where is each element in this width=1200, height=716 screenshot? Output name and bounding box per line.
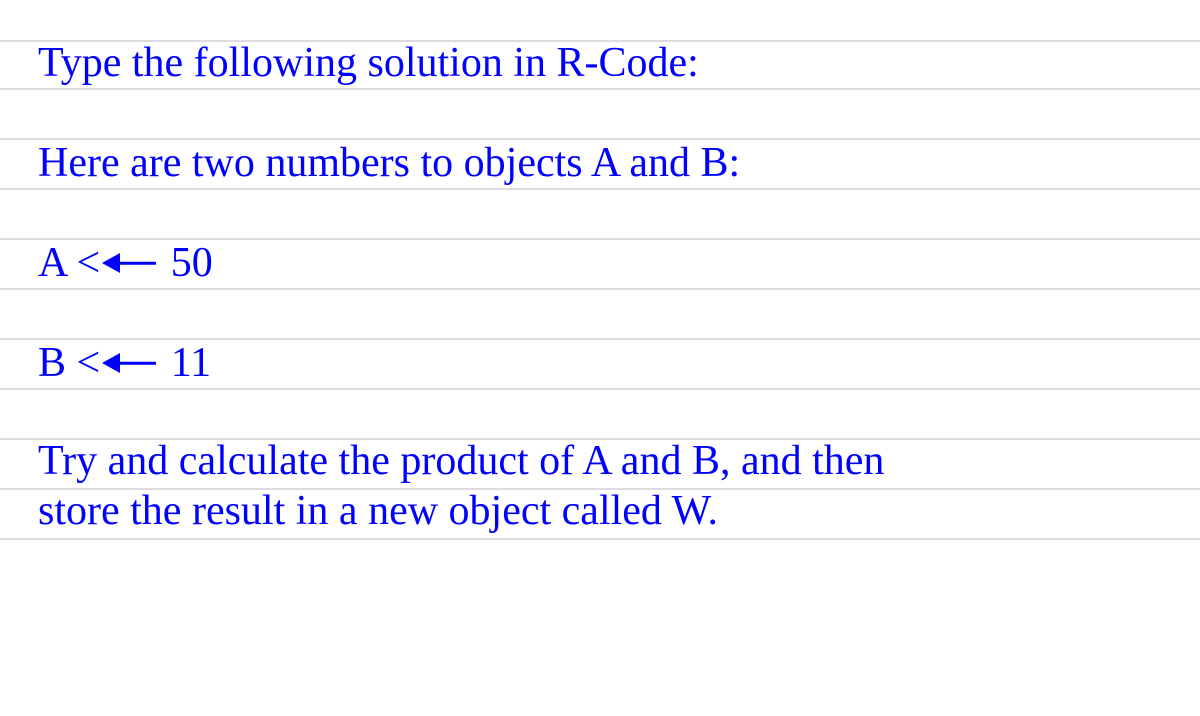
- text-line: Here are two numbers to objects A and B:: [0, 140, 1200, 190]
- left-arrow-icon: [102, 353, 156, 373]
- assign-b: B < 11: [38, 340, 211, 386]
- assign-b-pre: B <: [38, 340, 100, 386]
- ruled-paper: Type the following solution in R-Code: H…: [0, 0, 1200, 716]
- assign-b-post: 11: [160, 340, 211, 386]
- text-line: A < 50: [0, 240, 1200, 290]
- assign-a-pre: A <: [38, 240, 100, 286]
- assign-a: A < 50: [38, 240, 213, 286]
- assign-a-post: 50: [160, 240, 213, 286]
- blank-line: [0, 290, 1200, 340]
- text-line: B < 11: [0, 340, 1200, 390]
- prompt-title: Type the following solution in R-Code:: [38, 40, 699, 86]
- task-line-1: Try and calculate the product of A and B…: [38, 438, 1162, 488]
- blank-line: [0, 390, 1200, 440]
- blank-line: [0, 190, 1200, 240]
- objects-intro: Here are two numbers to objects A and B:: [38, 140, 740, 186]
- left-arrow-icon: [102, 253, 156, 273]
- text-line: Type the following solution in R-Code:: [0, 40, 1200, 90]
- blank-line: [0, 90, 1200, 140]
- task-line-2: store the result in a new object called …: [38, 488, 1162, 538]
- text-paragraph: Try and calculate the product of A and B…: [0, 440, 1200, 540]
